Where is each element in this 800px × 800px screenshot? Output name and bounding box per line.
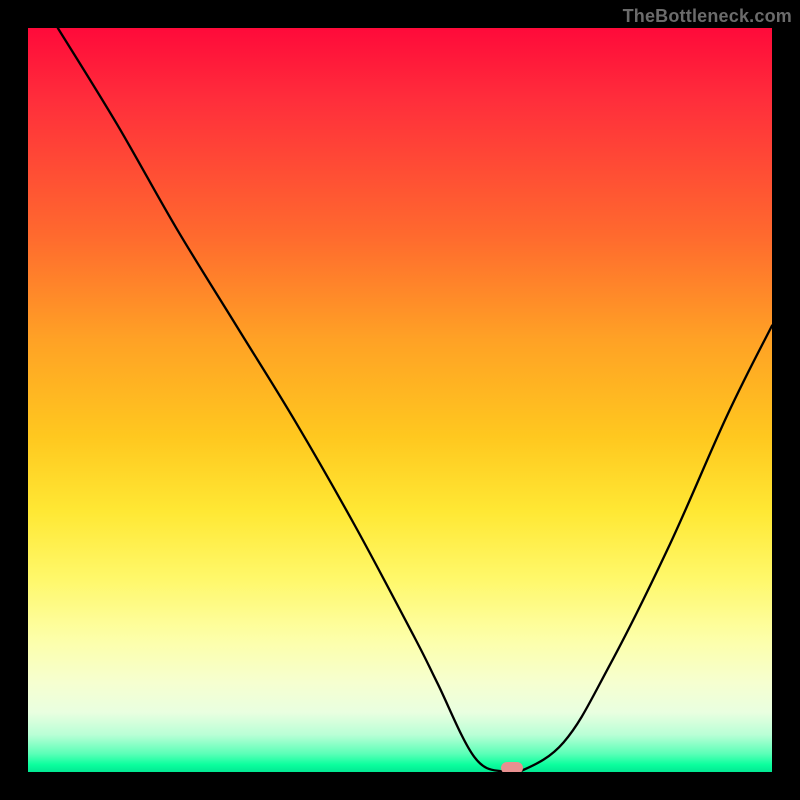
bottleneck-curve-svg xyxy=(28,28,772,772)
bottleneck-curve xyxy=(58,28,772,772)
chart-frame: TheBottleneck.com xyxy=(0,0,800,800)
attribution-text: TheBottleneck.com xyxy=(623,6,792,27)
optimal-marker xyxy=(501,762,523,772)
plot-area xyxy=(28,28,772,772)
